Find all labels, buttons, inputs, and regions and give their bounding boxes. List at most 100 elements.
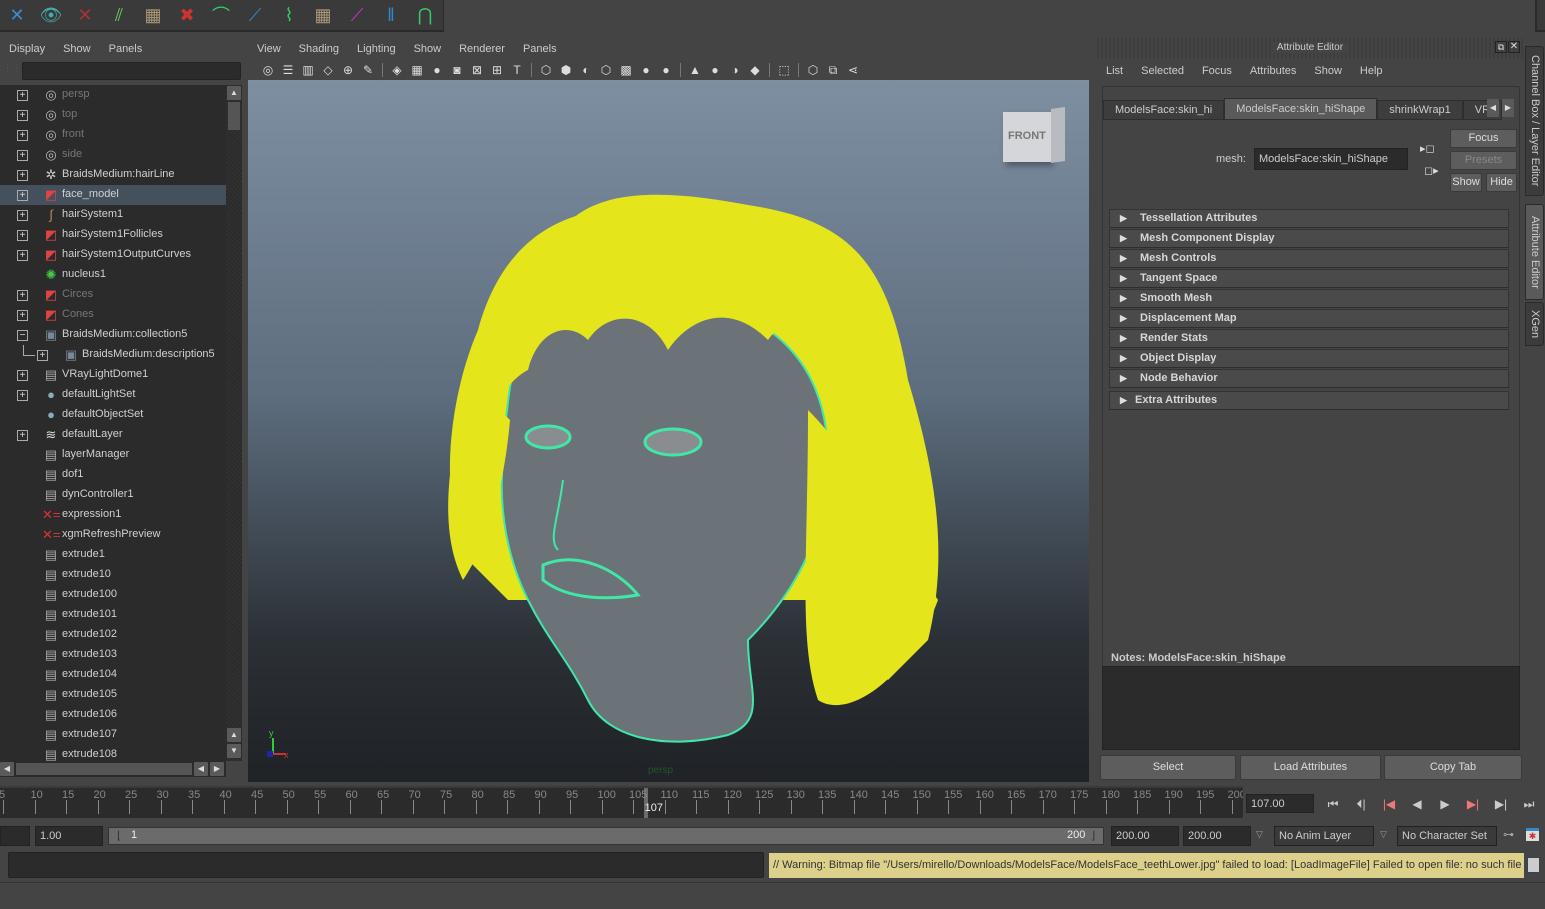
node-editor-icon[interactable]: ⋖ [843, 61, 863, 79]
end-time-field[interactable]: 200.00 [1183, 826, 1251, 846]
outliner-item[interactable]: + ≋ defaultLayer [0, 425, 226, 445]
expand-icon[interactable]: + [17, 230, 28, 241]
scroll-down-icon[interactable]: ▼ [227, 744, 241, 758]
node-name-field[interactable]: ModelsFace:skin_hiShape [1254, 148, 1408, 170]
2d-pan-zoom-icon[interactable]: ⊕ [338, 61, 358, 79]
range-end-handle[interactable]: ⌋ [1091, 829, 1095, 842]
output-connection-icon[interactable]: ◻▸ [1424, 164, 1439, 177]
expand-icon[interactable]: + [17, 430, 28, 441]
expand-icon[interactable]: + [17, 370, 28, 381]
go-to-start-icon[interactable]: ⏮ [1322, 795, 1344, 813]
outliner-item[interactable]: ▤ dynController1 [0, 485, 226, 505]
outliner-item[interactable]: ▤ extrude10 [0, 565, 226, 585]
collapse-icon[interactable]: − [17, 330, 28, 341]
guide-density-icon[interactable]: ▦ [308, 1, 338, 29]
step-back-frame-icon[interactable]: ⏴| [1350, 795, 1372, 813]
animation-preferences-icon[interactable]: ✱ [1526, 828, 1539, 841]
grease-pencil-icon[interactable]: ✎ [358, 61, 378, 79]
outliner-item[interactable]: + ◩ hairSystem1OutputCurves [0, 245, 226, 265]
viewcube-side-face[interactable] [1051, 107, 1065, 163]
outliner-item[interactable]: + ∫ hairSystem1 [0, 205, 226, 225]
focus-button[interactable]: Focus [1450, 129, 1517, 148]
safe-action-icon[interactable]: ⊞ [487, 61, 507, 79]
float-panel-icon[interactable]: ⧉ [1495, 41, 1507, 53]
load-attributes-button[interactable]: Load Attributes [1240, 755, 1381, 780]
time-slider[interactable]: 5 10 15 20 25 30 35 40 45 50 55 60 65 70 75 80 85 90 95 100… [0, 786, 1243, 818]
preview-visibility-icon[interactable]: 👁 [36, 1, 66, 29]
delete-guides-icon[interactable]: ✖ [172, 1, 202, 29]
expand-icon[interactable]: + [17, 130, 28, 141]
menu-view[interactable]: View [248, 43, 290, 55]
menu-show[interactable]: Show [405, 43, 451, 55]
character-set-dropdown-icon[interactable]: ▽ [1380, 829, 1387, 840]
xray-joints-icon[interactable]: ⬡ [803, 61, 823, 79]
play-backwards-icon[interactable]: ◀ [1406, 795, 1428, 813]
playback-end-field[interactable]: 200.00 [1111, 826, 1179, 846]
node-tab[interactable]: ModelsFace:skin_hiShape [1224, 98, 1378, 120]
script-editor-icon[interactable] [1527, 857, 1540, 873]
3d-viewport[interactable]: y x FRONT persp [248, 80, 1089, 782]
menu-panels[interactable]: Panels [514, 43, 566, 55]
outliner-item[interactable]: + ◩ face_model [0, 185, 226, 205]
bookmarks-icon[interactable]: ▥ [298, 61, 318, 79]
expand-icon[interactable]: + [17, 290, 28, 301]
scroll-up-icon[interactable]: ▲ [227, 86, 241, 100]
expand-icon[interactable]: + [17, 170, 28, 181]
node-tab[interactable]: shrinkWrap1 [1377, 100, 1463, 120]
guide-length-icon[interactable]: ⟋ [240, 1, 270, 29]
xray-active-icon[interactable]: ⧉ [823, 61, 843, 79]
scroll-thumb[interactable] [16, 763, 192, 775]
outliner-item[interactable]: + ▤ VRayLightDome1 [0, 365, 226, 385]
attribute-section[interactable]: ▶ Node Behavior [1109, 369, 1509, 388]
outliner-item[interactable]: ▤ extrude101 [0, 605, 226, 625]
attribute-section[interactable]: ▶ Smooth Mesh [1109, 289, 1509, 308]
outliner-item[interactable]: ▤ dof1 [0, 465, 226, 485]
menu-show[interactable]: Show [54, 43, 100, 55]
hide-preview-icon[interactable]: ✕ [70, 1, 100, 29]
expand-icon[interactable]: + [17, 250, 28, 261]
anim-layer-dropdown[interactable]: No Anim Layer [1274, 826, 1374, 846]
outliner-item[interactable]: − ▣ BraidsMedium:collection5 [0, 325, 226, 345]
outliner-item[interactable]: ▤ extrude104 [0, 665, 226, 685]
guide-bend-icon[interactable]: ⌇ [274, 1, 304, 29]
character-set-dropdown[interactable]: No Character Set [1397, 826, 1497, 846]
step-forward-key-icon[interactable]: ▶| [1462, 795, 1484, 813]
select-guides-icon[interactable]: ▦ [138, 1, 168, 29]
side-tab[interactable]: Attribute Editor [1525, 204, 1544, 300]
sculpt-guides-icon[interactable]: ⌒ [206, 1, 236, 29]
outliner-horizontal-scrollbar[interactable]: ◀ ◀ ▶ [0, 761, 226, 777]
presets-button[interactable]: Presets [1450, 151, 1517, 170]
outliner-item[interactable]: + ◩ Cones [0, 305, 226, 325]
playback-start-field[interactable]: 1.00 [35, 826, 103, 846]
guide-clumps-icon[interactable]: ⋂ [410, 1, 440, 29]
menu-lighting[interactable]: Lighting [348, 43, 405, 55]
range-slider[interactable]: ⌊ 1 200 ⌋ [108, 827, 1104, 845]
guide-orient-icon[interactable]: ⟋ [342, 1, 372, 29]
outliner-item[interactable]: + ◎ side [0, 145, 226, 165]
copy-tab-button[interactable]: Copy Tab [1384, 755, 1522, 780]
multisample-aa-icon[interactable]: ◑ [725, 61, 745, 79]
outliner-item[interactable]: ▤ extrude108 [0, 745, 226, 761]
shadows-icon[interactable]: ● [656, 61, 676, 79]
attribute-section[interactable]: ▶ Object Display [1109, 349, 1509, 368]
menu-help[interactable]: Help [1351, 65, 1392, 77]
attribute-section[interactable]: ▶ Mesh Controls [1109, 249, 1509, 268]
attribute-section[interactable]: ▶ Mesh Component Display [1109, 229, 1509, 248]
range-start-handle[interactable]: ⌊ [117, 829, 121, 842]
current-time-field[interactable]: 107.00 [1246, 794, 1314, 813]
outliner-item[interactable]: + ◩ Circes [0, 285, 226, 305]
scroll-thumb[interactable] [228, 102, 240, 130]
outliner-item[interactable]: ✕= expression1 [0, 505, 226, 525]
outliner-item[interactable]: ▤ extrude105 [0, 685, 226, 705]
scroll-left-icon[interactable]: ◀ [194, 762, 208, 776]
expand-icon[interactable]: + [17, 390, 28, 401]
menu-shading[interactable]: Shading [290, 43, 348, 55]
outliner-item[interactable]: ▤ layerManager [0, 445, 226, 465]
command-line-input[interactable] [8, 852, 764, 878]
attribute-section[interactable]: ▶ Tessellation Attributes [1109, 209, 1509, 228]
outliner-item[interactable]: ▤ extrude102 [0, 625, 226, 645]
outliner-item[interactable]: + ● defaultLightSet [0, 385, 226, 405]
depth-of-field-icon[interactable]: ◆ [745, 61, 765, 79]
outliner-item[interactable]: ✺ nucleus1 [0, 265, 226, 285]
outliner-item[interactable]: + ◎ front [0, 125, 226, 145]
